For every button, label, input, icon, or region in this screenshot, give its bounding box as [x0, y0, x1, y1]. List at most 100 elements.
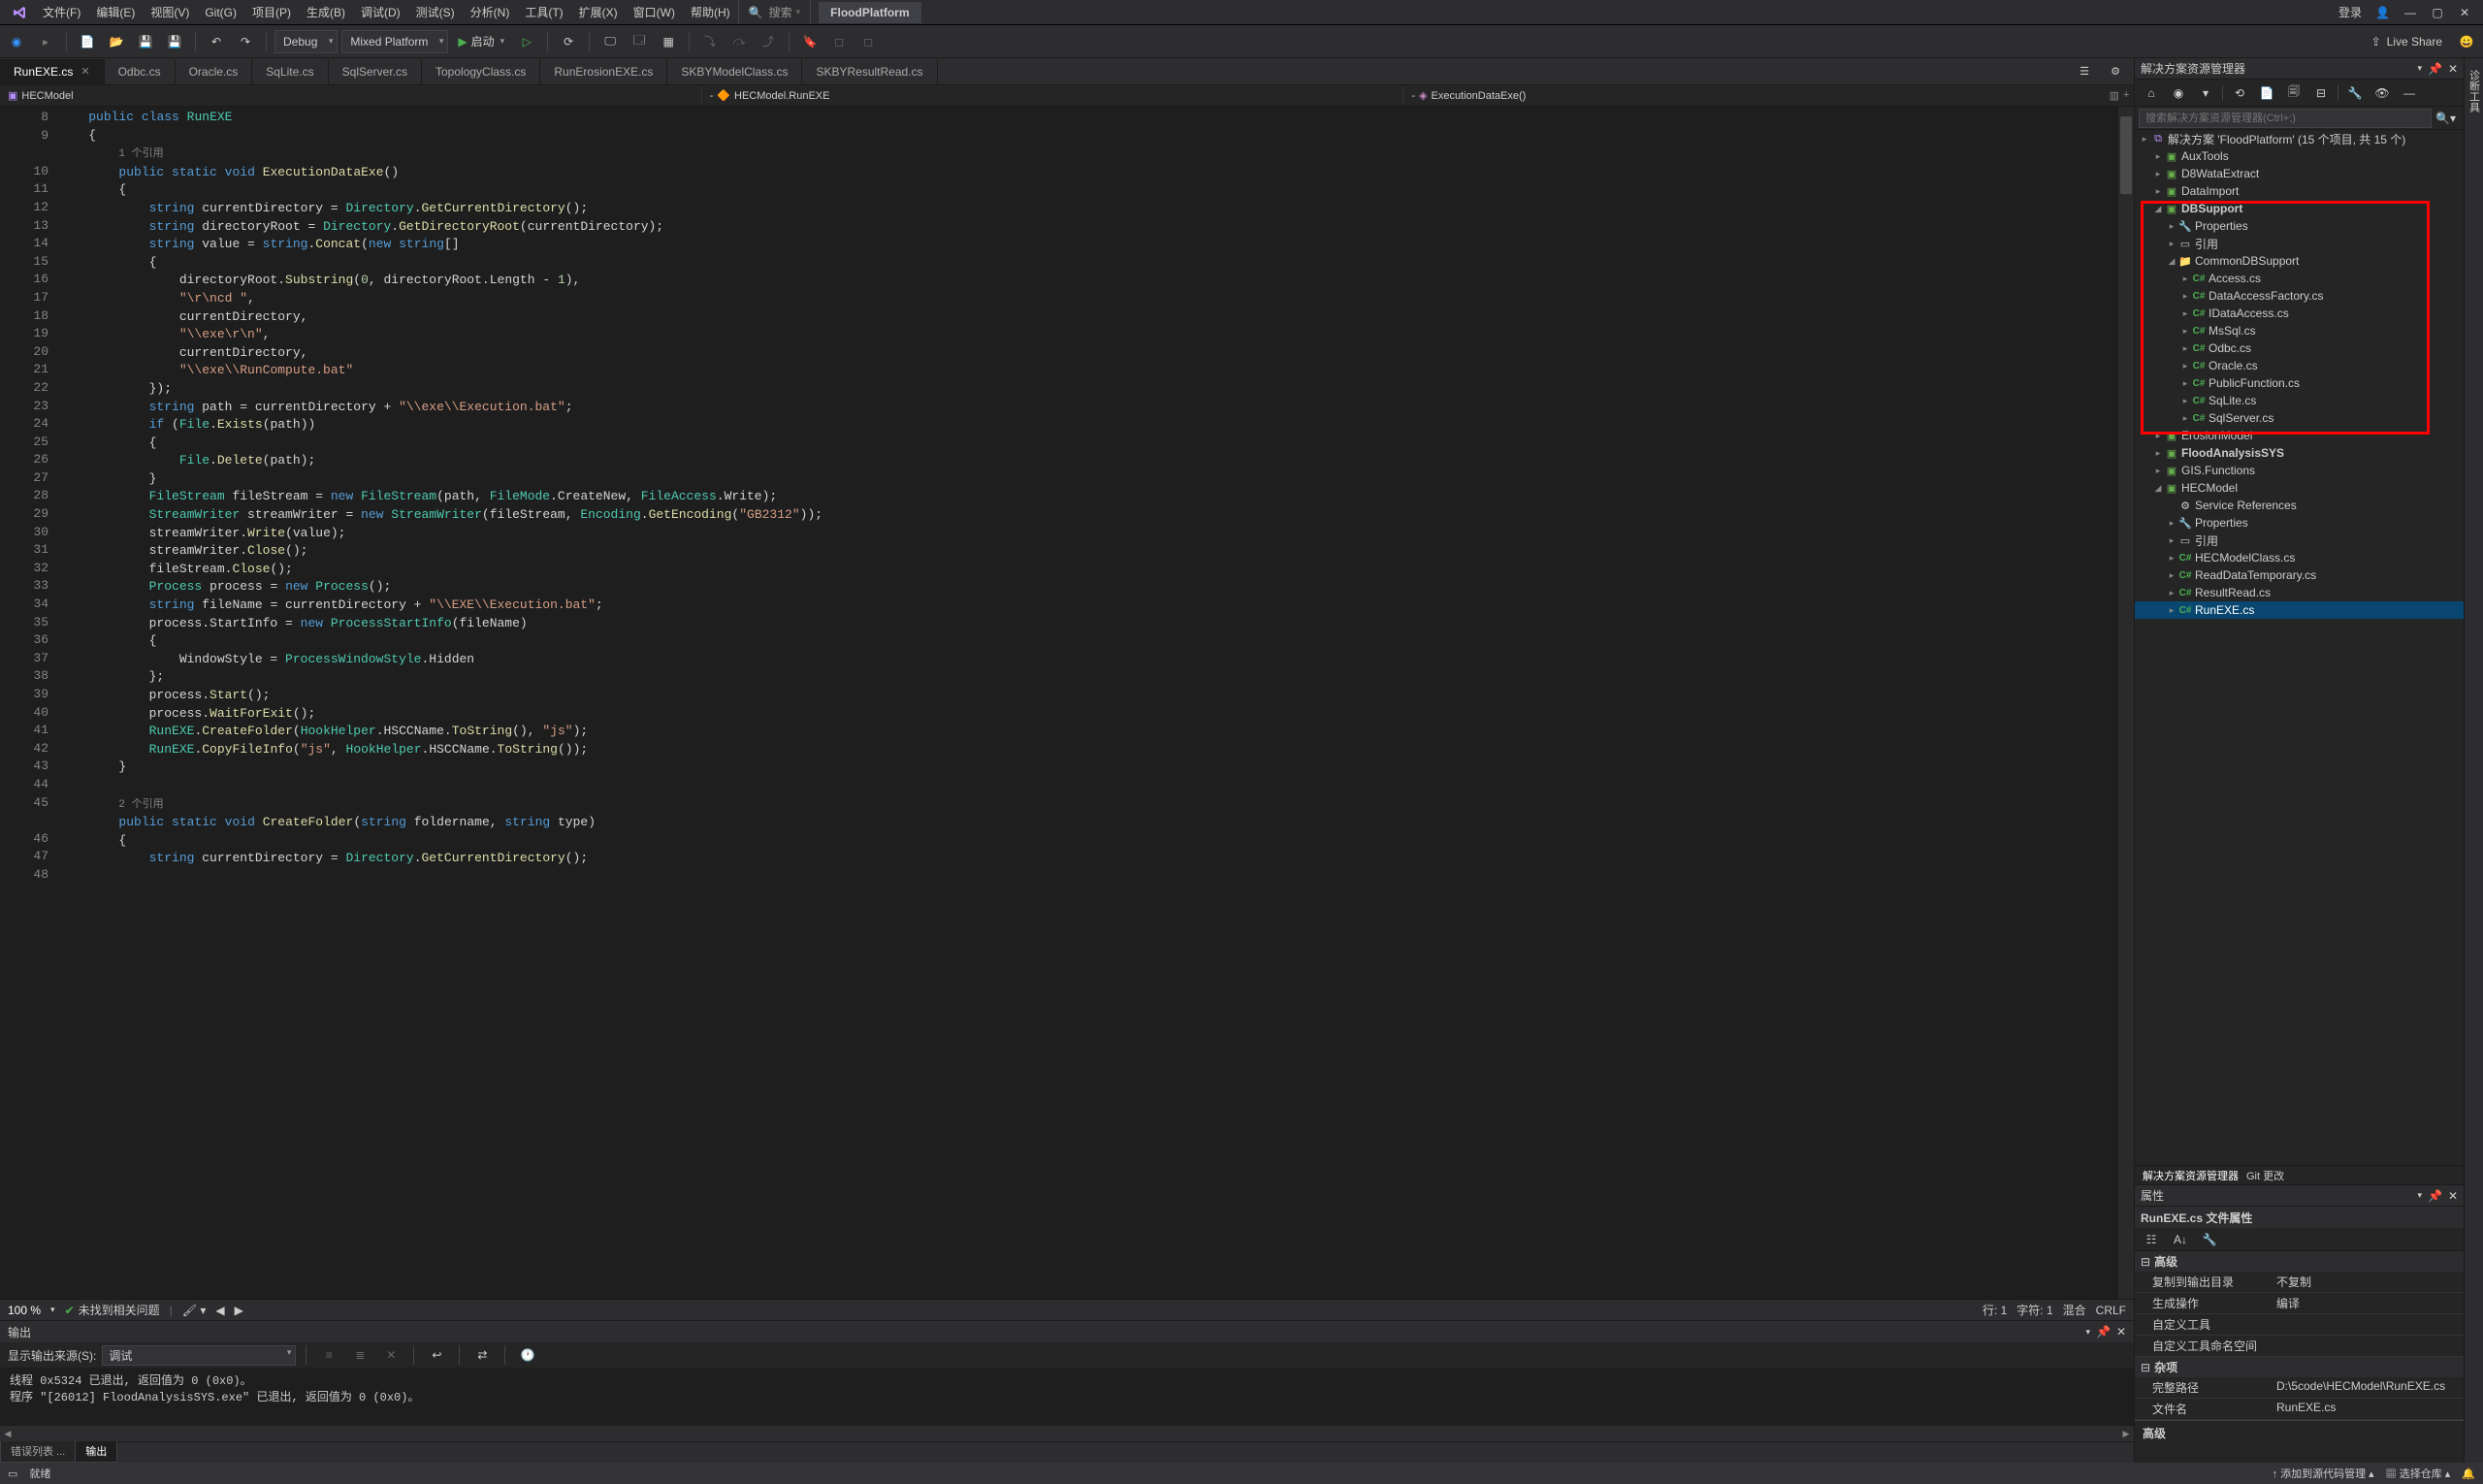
diagnostics-tab[interactable]: 诊断工具 — [2465, 64, 2483, 118]
panel-close-icon[interactable]: ✕ — [2448, 62, 2458, 76]
menu-window[interactable]: 窗口(W) — [626, 0, 683, 24]
minimize-icon[interactable]: — — [2403, 6, 2417, 19]
menu-test[interactable]: 测试(S) — [408, 0, 463, 24]
tree-row[interactable]: ▸🔧Properties — [2135, 217, 2464, 235]
output-pin-icon[interactable]: 📌 — [2096, 1325, 2111, 1339]
property-row[interactable]: 复制到输出目录不复制 — [2135, 1272, 2464, 1293]
feedback-icon[interactable]: 😀 — [2454, 29, 2479, 54]
tree-row[interactable]: ▸C#DataAccessFactory.cs — [2135, 287, 2464, 305]
tab-output[interactable]: 输出 — [75, 1439, 117, 1463]
tab-runexe[interactable]: RunEXE.cs✕ — [0, 59, 105, 84]
property-row[interactable]: 自定义工具 — [2135, 1314, 2464, 1336]
notification-icon[interactable]: 🔔 — [2462, 1468, 2475, 1480]
tree-row[interactable]: ▸C#IDataAccess.cs — [2135, 305, 2464, 322]
tab-skbyresult[interactable]: SKBYResultRead.cs — [802, 59, 937, 84]
btn-icon[interactable]: ▦ — [656, 29, 681, 54]
zoom-level[interactable]: 100 % — [8, 1304, 41, 1317]
tree-row[interactable]: ▸C#ResultRead.cs — [2135, 584, 2464, 601]
output-source-combo[interactable]: 调试 — [102, 1345, 296, 1366]
config-combo[interactable]: Debug — [274, 30, 338, 53]
live-share-button[interactable]: ⇪ Live Share — [2364, 35, 2450, 48]
menu-help[interactable]: 帮助(H) — [683, 0, 738, 24]
platform-combo[interactable]: Mixed Platform — [341, 30, 448, 53]
sync-icon[interactable]: ⟲ — [2229, 82, 2250, 104]
panel-pin-icon[interactable]: 📌 — [2428, 62, 2442, 76]
menu-debug[interactable]: 调试(D) — [353, 0, 408, 24]
user-icon[interactable]: 👤 — [2375, 6, 2390, 19]
redo-icon[interactable]: ↷ — [233, 29, 258, 54]
collapse-icon[interactable]: ⊟ — [2310, 82, 2332, 104]
output-text[interactable]: 线程 0x5324 已退出, 返回值为 0 (0x0)。 程序 "[26012]… — [0, 1368, 2134, 1426]
add-source-control[interactable]: ↑ 添加到源代码管理 ▴ — [2273, 1466, 2374, 1481]
undo-icon[interactable]: ↶ — [204, 29, 229, 54]
solution-search-input[interactable] — [2139, 109, 2432, 128]
maximize-icon[interactable]: ▢ — [2431, 6, 2444, 19]
bookmark2-icon[interactable]: ◻ — [826, 29, 852, 54]
nav-fwd-icon[interactable]: ▸ — [33, 29, 58, 54]
category-misc[interactable]: ⊟杂项 — [2135, 1357, 2464, 1377]
menu-git[interactable]: Git(G) — [197, 2, 244, 23]
tree-row[interactable]: ▸▣AuxTools — [2135, 147, 2464, 165]
select-repo[interactable]: ▦ 选择仓库 ▴ — [2386, 1466, 2451, 1481]
tree-row[interactable]: ▸C#Access.cs — [2135, 270, 2464, 287]
solution-tree[interactable]: ▸⧉解决方案 'FloodPlatform' (15 个项目, 共 15 个)▸… — [2135, 130, 2464, 1165]
output-btn3-icon[interactable]: ✕ — [378, 1342, 403, 1368]
panel-dropdown-icon[interactable]: ▾ — [2417, 63, 2422, 74]
property-row[interactable]: 文件名RunEXE.cs — [2135, 1399, 2464, 1420]
prop-dropdown-icon[interactable]: ▾ — [2417, 1190, 2422, 1201]
output-wrap-icon[interactable]: ↩ — [424, 1342, 449, 1368]
tab-sqlserver[interactable]: SqlServer.cs — [329, 59, 422, 84]
tree-row[interactable]: ▸▣GIS.Functions — [2135, 462, 2464, 479]
tab-solution-explorer[interactable]: 解决方案资源管理器 — [2143, 1168, 2239, 1183]
output-btn1-icon[interactable]: ≡ — [316, 1342, 341, 1368]
property-row[interactable]: 自定义工具命名空间 — [2135, 1336, 2464, 1357]
split-icon[interactable]: ▥ — [2110, 89, 2119, 102]
output-hscroll[interactable]: ◀▶ — [0, 1426, 2134, 1441]
alpha-icon[interactable]: A↓ — [2168, 1227, 2193, 1252]
tree-row[interactable]: ▸▣D8WataExtract — [2135, 165, 2464, 182]
property-row[interactable]: 完整路径D:\5code\HECModel\RunEXE.cs — [2135, 1377, 2464, 1399]
bc-method[interactable]: - ◈ExecutionDataExe() — [1403, 87, 2105, 104]
tree-row[interactable]: ▸C#SqlServer.cs — [2135, 409, 2464, 427]
output-toggle-icon[interactable]: ⇄ — [469, 1342, 495, 1368]
properties-icon[interactable]: 🔧 — [2344, 82, 2366, 104]
sln-back-icon[interactable]: ◉ — [2168, 82, 2189, 104]
code-editor[interactable]: 8 9 10 11 12 13 14 15 16 17 18 19 20 21 … — [0, 107, 2134, 1299]
save-icon[interactable]: 💾 — [133, 29, 158, 54]
step-into-icon[interactable]: ⤵ — [697, 29, 723, 54]
preview-toggle-icon[interactable]: ☰ — [2072, 59, 2097, 84]
tree-row[interactable]: ▸C#Oracle.cs — [2135, 357, 2464, 374]
tab-settings-icon[interactable]: ⚙ — [2103, 59, 2128, 84]
tree-row[interactable]: ▸C#SqLite.cs — [2135, 392, 2464, 409]
refresh-icon[interactable]: ⟳ — [556, 29, 581, 54]
prop-pin-icon[interactable]: 📌 — [2428, 1189, 2442, 1203]
tree-row[interactable]: ▸▣ErosionModel — [2135, 427, 2464, 444]
menu-analyze[interactable]: 分析(N) — [463, 0, 518, 24]
tab-skbymodel[interactable]: SKBYModelClass.cs — [667, 59, 802, 84]
view-code-icon[interactable]: — — [2399, 82, 2420, 104]
new-project-icon[interactable]: 📄 — [75, 29, 100, 54]
menu-edit[interactable]: 编辑(E) — [88, 0, 143, 24]
search-box[interactable]: 🔍 搜索 ▾ — [738, 0, 812, 24]
search-dropdown-icon[interactable]: 🔍▾ — [2432, 112, 2460, 125]
nav-prev-icon[interactable]: ◀ — [215, 1304, 224, 1317]
add-icon[interactable]: + — [2123, 89, 2129, 102]
tab-git-changes[interactable]: Git 更改 — [2246, 1168, 2284, 1183]
start-debug-button[interactable]: ▶启动▾ — [452, 31, 510, 51]
menu-file[interactable]: 文件(F) — [35, 0, 88, 24]
tree-row[interactable]: ▸⧉解决方案 'FloodPlatform' (15 个项目, 共 15 个) — [2135, 130, 2464, 147]
menu-project[interactable]: 项目(P) — [244, 0, 299, 24]
tab-topology[interactable]: TopologyClass.cs — [422, 59, 540, 84]
bc-type[interactable]: - 🔶HECModel.RunEXE — [701, 87, 1403, 104]
issues-indicator[interactable]: ✔未找到相关问题 — [65, 1302, 160, 1318]
tree-row[interactable]: ▸▣FloodAnalysisSYS — [2135, 444, 2464, 462]
start-no-debug-icon[interactable]: ▷ — [514, 29, 539, 54]
nav-back-icon[interactable]: ◉ — [4, 29, 29, 54]
tree-row[interactable]: ▸C#RunEXE.cs — [2135, 601, 2464, 619]
tree-row[interactable]: ⚙Service References — [2135, 497, 2464, 514]
tree-row[interactable]: ▸▭引用 — [2135, 532, 2464, 549]
property-row[interactable]: 生成操作编译 — [2135, 1293, 2464, 1314]
editor-vscroll[interactable] — [2118, 107, 2134, 1299]
login-button[interactable]: 登录 — [2338, 4, 2362, 20]
show-all-icon[interactable]: 📄 — [2256, 82, 2277, 104]
